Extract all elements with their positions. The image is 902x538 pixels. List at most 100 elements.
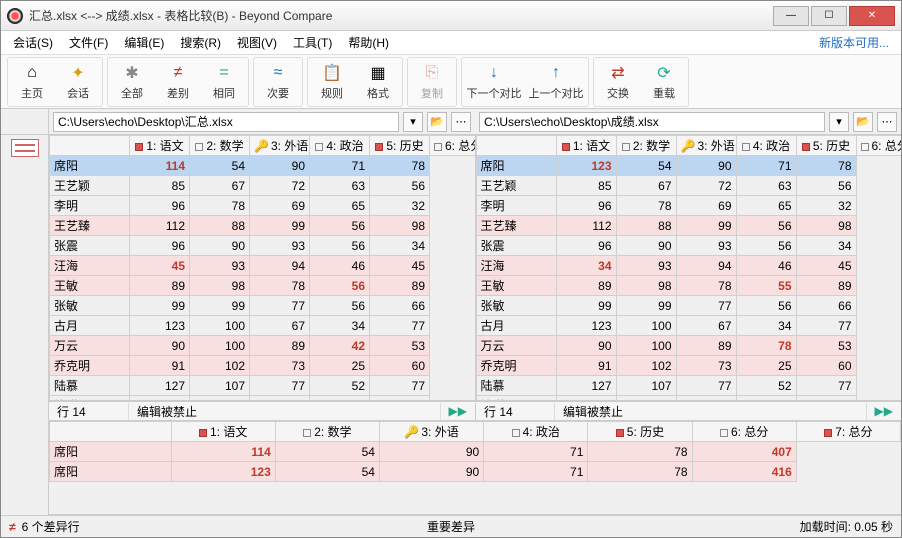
table-row[interactable]: 钱琪110114826783 xyxy=(476,396,901,401)
cell[interactable]: 60 xyxy=(370,356,430,376)
cell-name[interactable]: 陆慕 xyxy=(50,376,130,396)
cell[interactable]: 98 xyxy=(796,216,856,236)
col-header[interactable]: 1: 语文 xyxy=(556,136,616,156)
cell[interactable]: 54 xyxy=(616,156,676,176)
cell[interactable]: 56 xyxy=(736,296,796,316)
cell-name[interactable]: 张敏 xyxy=(476,296,556,316)
cell[interactable]: 100 xyxy=(616,336,676,356)
cell[interactable]: 53 xyxy=(796,336,856,356)
col-header[interactable]: 2: 数学 xyxy=(275,422,379,442)
cell[interactable]: 56 xyxy=(736,236,796,256)
table-row[interactable]: 张震9690935634 xyxy=(50,236,475,256)
cell[interactable]: 110 xyxy=(556,396,616,401)
cell[interactable]: 45 xyxy=(130,256,190,276)
cell[interactable]: 32 xyxy=(796,196,856,216)
cell-name[interactable]: 乔克明 xyxy=(50,356,130,376)
cell[interactable]: 100 xyxy=(616,316,676,336)
cell[interactable]: 82 xyxy=(250,396,310,401)
cell[interactable]: 123 xyxy=(130,316,190,336)
col-header[interactable]: 1: 语文 xyxy=(130,136,190,156)
cell[interactable]: 90 xyxy=(379,442,483,462)
col-header[interactable]: 6: 总分 xyxy=(430,136,475,156)
table-row[interactable]: 王艺臻11288995698 xyxy=(476,216,901,236)
cell-name[interactable]: 汪海 xyxy=(476,256,556,276)
left-path-dropdown[interactable]: ▾ xyxy=(403,112,423,132)
cell[interactable]: 114 xyxy=(171,442,275,462)
cell[interactable]: 63 xyxy=(736,176,796,196)
cell[interactable]: 56 xyxy=(736,216,796,236)
col-header[interactable]: 4: 政治 xyxy=(736,136,796,156)
col-header[interactable]: 5: 历史 xyxy=(370,136,430,156)
cell[interactable]: 96 xyxy=(556,196,616,216)
cell[interactable]: 93 xyxy=(676,236,736,256)
col-header[interactable]: 6: 总分 xyxy=(856,136,901,156)
menu-help[interactable]: 帮助(H) xyxy=(340,32,397,53)
minimize-button[interactable]: — xyxy=(773,6,809,26)
col-header[interactable]: 7: 总分 xyxy=(796,422,900,442)
menu-tools[interactable]: 工具(T) xyxy=(285,32,340,53)
cell[interactable]: 34 xyxy=(310,316,370,336)
cell-name[interactable]: 王敏 xyxy=(50,276,130,296)
right-path-input[interactable]: C:\Users\echo\Desktop\成绩.xlsx xyxy=(479,112,825,132)
cell-name[interactable]: 古月 xyxy=(476,316,556,336)
cell[interactable]: 93 xyxy=(190,256,250,276)
cell[interactable]: 56 xyxy=(310,236,370,256)
cell[interactable]: 52 xyxy=(310,376,370,396)
col-header[interactable]: 🔑3: 外语 xyxy=(250,136,310,156)
table-row[interactable]: 乔克明91102732560 xyxy=(50,356,475,376)
cell[interactable]: 54 xyxy=(275,442,379,462)
cell[interactable]: 67 xyxy=(616,176,676,196)
cell-name[interactable]: 钱琪 xyxy=(476,396,556,401)
cell[interactable]: 99 xyxy=(250,216,310,236)
cell[interactable]: 90 xyxy=(556,336,616,356)
menu-edit[interactable]: 编辑(E) xyxy=(116,32,172,53)
diff-button[interactable]: ≠差别 xyxy=(156,60,200,104)
cell[interactable]: 67 xyxy=(310,396,370,401)
cell[interactable]: 66 xyxy=(370,296,430,316)
cell[interactable]: 94 xyxy=(676,256,736,276)
cell[interactable]: 407 xyxy=(692,442,796,462)
same-button[interactable]: =相同 xyxy=(202,60,246,104)
cell[interactable]: 93 xyxy=(250,236,310,256)
col-header[interactable]: 2: 数学 xyxy=(190,136,250,156)
table-row[interactable]: 席阳11454907178407 xyxy=(50,442,901,462)
cell[interactable]: 114 xyxy=(130,156,190,176)
left-path-input[interactable]: C:\Users\echo\Desktop\汇总.xlsx xyxy=(53,112,399,132)
col-header[interactable]: 6: 总分 xyxy=(692,422,796,442)
col-header[interactable]: 🔑3: 外语 xyxy=(676,136,736,156)
cell[interactable]: 96 xyxy=(130,196,190,216)
cell[interactable]: 46 xyxy=(736,256,796,276)
cell[interactable]: 107 xyxy=(190,376,250,396)
swap-button[interactable]: ⇄交换 xyxy=(596,60,640,104)
cell[interactable]: 45 xyxy=(796,256,856,276)
cell[interactable]: 78 xyxy=(676,276,736,296)
cell[interactable]: 63 xyxy=(310,176,370,196)
cell[interactable]: 91 xyxy=(556,356,616,376)
cell[interactable]: 99 xyxy=(676,216,736,236)
cell[interactable]: 77 xyxy=(250,376,310,396)
menu-file[interactable]: 文件(F) xyxy=(61,32,116,53)
table-row[interactable]: 古月123100673477 xyxy=(476,316,901,336)
cell[interactable]: 42 xyxy=(310,336,370,356)
cell[interactable]: 90 xyxy=(616,236,676,256)
cell[interactable]: 69 xyxy=(676,196,736,216)
cell[interactable]: 123 xyxy=(556,156,616,176)
format-button[interactable]: ▦格式 xyxy=(356,60,400,104)
play-left-icon[interactable]: ▶▶ xyxy=(441,404,475,418)
cell[interactable]: 46 xyxy=(310,256,370,276)
right-browse-button[interactable]: ⋯ xyxy=(877,112,897,132)
cell[interactable]: 77 xyxy=(796,316,856,336)
cell[interactable]: 71 xyxy=(310,156,370,176)
cell[interactable]: 416 xyxy=(692,462,796,482)
col-name[interactable] xyxy=(476,136,556,156)
cell[interactable]: 67 xyxy=(736,396,796,401)
maximize-button[interactable]: ☐ xyxy=(811,6,847,26)
table-row[interactable]: 古月123100673477 xyxy=(50,316,475,336)
cell[interactable]: 78 xyxy=(796,156,856,176)
update-link[interactable]: 新版本可用... xyxy=(819,34,897,51)
home-button[interactable]: ⌂主页 xyxy=(10,60,54,104)
table-row[interactable]: 王艺颖8567726356 xyxy=(476,176,901,196)
session-button[interactable]: ✦会话 xyxy=(56,60,100,104)
cell[interactable]: 77 xyxy=(676,296,736,316)
cell[interactable]: 78 xyxy=(370,156,430,176)
